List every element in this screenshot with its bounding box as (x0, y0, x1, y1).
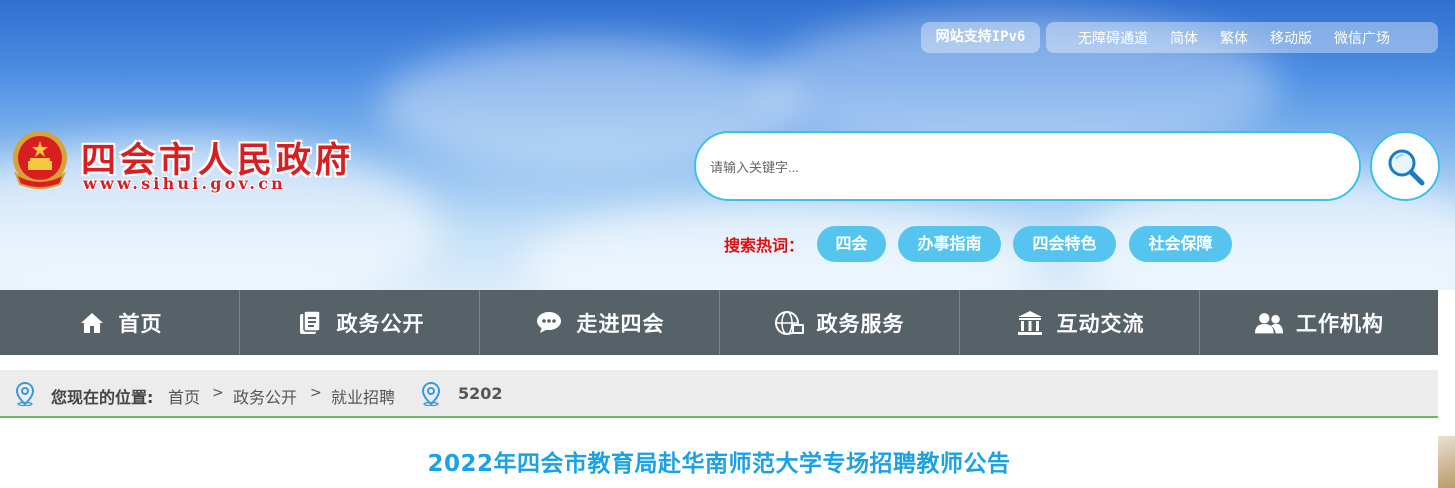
location-pin-icon (421, 382, 441, 406)
search-input[interactable] (708, 133, 1352, 201)
header-banner: 网站支持IPv6 无障碍通道 简体 繁体 移动版 微信广场 四会市人民政府 ww… (0, 0, 1455, 290)
breadcrumb-separator: > (310, 385, 322, 401)
nav-item-label: 工作机构 (1296, 311, 1384, 336)
document-icon (295, 308, 325, 338)
globe-icon (774, 308, 805, 338)
building-icon (1015, 308, 1045, 338)
traditional-chinese-link[interactable]: 繁体 (1220, 28, 1248, 48)
side-image (1438, 436, 1455, 488)
nav-item-government-affairs[interactable]: 政务公开 (240, 290, 480, 355)
home-icon (77, 308, 107, 338)
search-icon (1388, 149, 1425, 186)
ipv6-badge: 网站支持IPv6 (921, 22, 1040, 53)
mobile-version-link[interactable]: 移动版 (1270, 28, 1312, 48)
site-url: www.sihui.gov.cn (83, 174, 286, 193)
hot-word-social-security[interactable]: 社会保障 (1129, 226, 1232, 262)
chat-icon (535, 308, 565, 338)
hot-word-features[interactable]: 四会特色 (1013, 226, 1116, 262)
national-emblem-icon (13, 131, 67, 189)
nav-item-label: 首页 (118, 311, 163, 336)
search-box (694, 131, 1361, 201)
breadcrumb-jobs[interactable]: 就业招聘 (331, 384, 395, 408)
view-count: 5202 (458, 384, 503, 403)
article-title: 2022年四会市教育局赴华南师范大学专场招聘教师公告 (427, 451, 1011, 477)
search-button[interactable] (1370, 131, 1440, 201)
breadcrumb: 您现在的位置: 首页 > 政务公开 > 就业招聘 5202 (0, 370, 1438, 418)
location-pin-icon (15, 382, 35, 406)
nav-item-label: 政务服务 (816, 311, 905, 336)
nav-item-interaction[interactable]: 互动交流 (960, 290, 1200, 355)
hot-word-guide[interactable]: 办事指南 (898, 226, 1001, 262)
accessibility-link[interactable]: 无障碍通道 (1078, 28, 1148, 48)
breadcrumb-separator: > (212, 385, 224, 401)
top-links: 无障碍通道 简体 繁体 移动版 微信广场 (1046, 22, 1438, 53)
hot-word-sihui[interactable]: 四会 (817, 226, 886, 262)
simplified-chinese-link[interactable]: 简体 (1170, 28, 1198, 48)
hot-words-label: 搜索热词： (724, 236, 805, 255)
nav-item-about-sihui[interactable]: 走进四会 (480, 290, 720, 355)
wechat-square-link[interactable]: 微信广场 (1334, 28, 1390, 48)
nav-item-label: 走进四会 (576, 311, 665, 336)
nav-item-label: 互动交流 (1056, 311, 1145, 336)
nav-item-gov-services[interactable]: 政务服务 (720, 290, 960, 355)
breadcrumb-gov-affairs[interactable]: 政务公开 (233, 384, 297, 408)
nav-item-home[interactable]: 首页 (0, 290, 240, 355)
nav-item-agencies[interactable]: 工作机构 (1200, 290, 1438, 355)
breadcrumb-home[interactable]: 首页 (168, 384, 200, 408)
people-icon (1254, 308, 1284, 338)
breadcrumb-title: 您现在的位置: (51, 388, 154, 407)
main-nav: 首页 政务公开 走进四会 政务服务 互动交流 工作机构 (0, 290, 1438, 355)
nav-item-label: 政务公开 (336, 311, 425, 336)
